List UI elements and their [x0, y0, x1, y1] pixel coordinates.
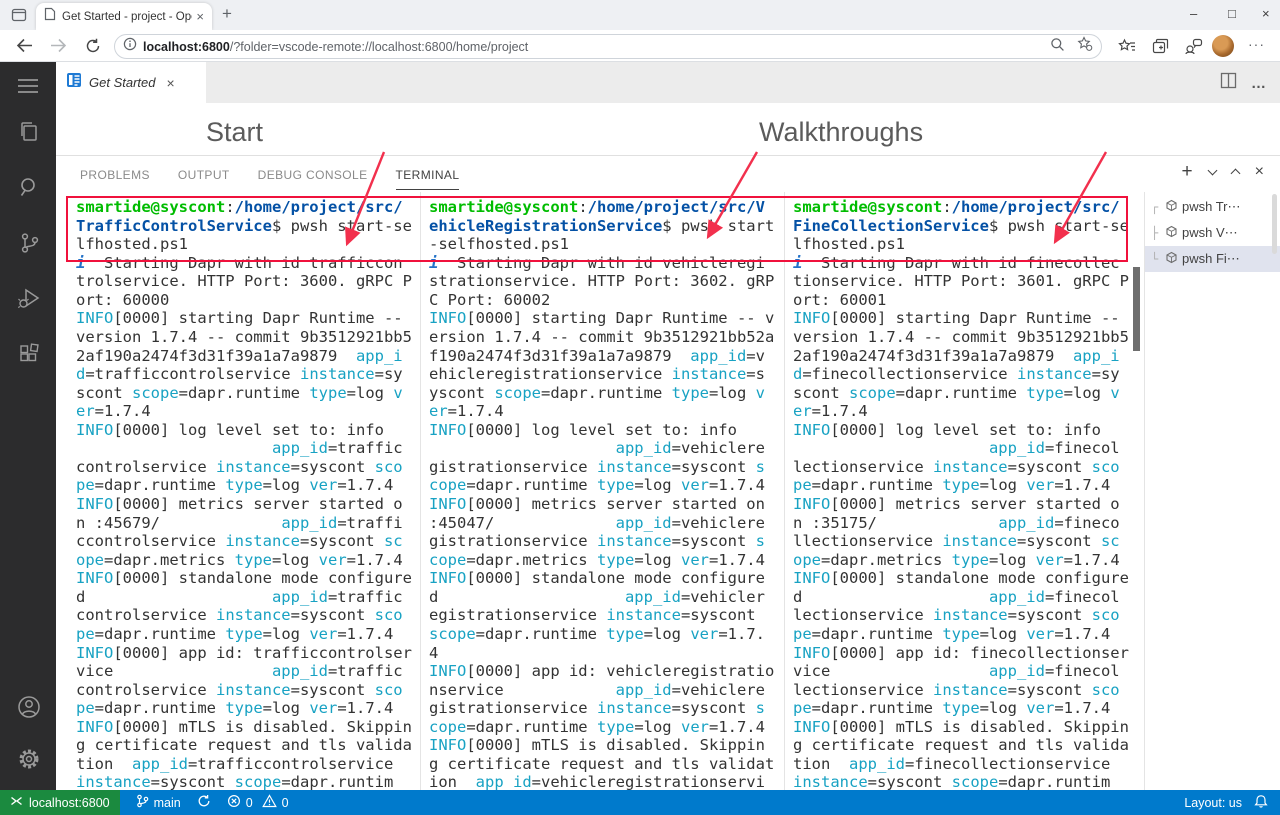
remote-icon — [10, 795, 23, 810]
collections-icon[interactable] — [1152, 38, 1170, 60]
url-host: localhost:6800 — [143, 39, 230, 54]
editor-more-actions-icon[interactable]: … — [1251, 75, 1266, 92]
browser-tab[interactable]: Get Started - project - Ope × — [36, 3, 212, 30]
panel-tabbar: PROBLEMS OUTPUT DEBUG CONSOLE TERMINAL — [56, 155, 1280, 192]
forward-button-icon[interactable] — [50, 38, 67, 58]
screen: Get Started - project - Ope × + – □ × lo… — [0, 0, 1280, 815]
terminal-pane-vehicleregistration[interactable]: smartide@syscont:/home/project/src/Vehic… — [420, 192, 784, 790]
welcome-walkthroughs-heading: Walkthroughs — [759, 117, 924, 147]
refresh-button-icon[interactable] — [85, 38, 101, 59]
tab-get-started[interactable]: Get Started × — [56, 62, 206, 103]
notifications-bell-icon[interactable] — [1254, 794, 1268, 812]
welcome-start-heading: Start — [206, 117, 264, 147]
explorer-icon[interactable] — [16, 118, 42, 149]
tab-problems[interactable]: PROBLEMS — [80, 159, 150, 189]
extensions-icon[interactable] — [16, 342, 42, 373]
settings-gear-icon[interactable] — [16, 746, 42, 777]
window-minimize-button[interactable]: – — [1190, 6, 1197, 21]
problems-indicator[interactable]: 0 0 — [227, 794, 289, 811]
terminal-pane-finecollection[interactable]: smartide@syscont:/home/project/src/FineC… — [784, 192, 1144, 790]
terminal-scrollbar[interactable] — [1133, 267, 1140, 351]
zoom-page-icon[interactable] — [1050, 37, 1065, 57]
menu-hamburger-icon[interactable] — [16, 76, 40, 101]
pwsh-terminal-icon — [1165, 225, 1178, 241]
new-terminal-button[interactable]: + — [1182, 162, 1193, 181]
terminal-list-label: pwsh Tr⋯ — [1182, 199, 1241, 214]
window-close-button[interactable]: × — [1262, 6, 1270, 21]
terminal-list-item[interactable]: ┌ pwsh Tr⋯ — [1145, 194, 1280, 220]
terminal-tabs-list: ┌ pwsh Tr⋯ ├ pwsh V⋯ └ pwsh Fi⋯ — [1144, 192, 1280, 790]
welcome-page: Start Walkthroughs — [56, 103, 1280, 155]
terminal-list-scrollbar[interactable] — [1272, 194, 1277, 254]
tab-output[interactable]: OUTPUT — [178, 159, 230, 189]
terminal-list-item-selected[interactable]: └ pwsh Fi⋯ — [1145, 246, 1280, 272]
remote-indicator[interactable]: localhost:6800 — [0, 790, 120, 815]
profile-avatar[interactable] — [1212, 35, 1234, 57]
warnings-count: 0 — [281, 795, 289, 810]
errors-count: 0 — [245, 795, 253, 810]
favorites-star-icon[interactable] — [1077, 36, 1093, 57]
status-bar: localhost:6800 main 0 0 Layout: us — [0, 790, 1280, 815]
sync-icon — [197, 794, 211, 811]
warnings-icon — [261, 794, 277, 811]
window-maximize-button[interactable]: □ — [1228, 6, 1236, 21]
pwsh-terminal-icon — [1165, 199, 1178, 215]
terminal-list-label: pwsh V⋯ — [1182, 225, 1238, 240]
remote-host-label: localhost:6800 — [29, 795, 110, 810]
get-started-icon — [66, 72, 82, 93]
browser-tab-title: Get Started - project - Ope — [62, 10, 192, 23]
terminal-list-item[interactable]: ├ pwsh V⋯ — [1145, 220, 1280, 246]
terminal-output[interactable]: smartide@syscont:/home/project/src/Traff… — [76, 198, 412, 790]
tree-connector: ├ — [1151, 226, 1159, 240]
new-tab-button[interactable]: + — [222, 4, 232, 24]
address-bar[interactable]: localhost:6800/?folder=vscode-remote://l… — [114, 34, 1102, 59]
terminal-list-label: pwsh Fi⋯ — [1182, 251, 1240, 266]
terminal-area: smartide@syscont:/home/project/src/Traff… — [56, 192, 1280, 790]
branch-label: main — [153, 795, 181, 810]
browser-tabstrip: Get Started - project - Ope × + – □ × — [0, 0, 1280, 30]
account-icon[interactable] — [16, 694, 42, 725]
url-text[interactable]: localhost:6800/?folder=vscode-remote://l… — [143, 40, 1050, 54]
tab-search-icon[interactable] — [10, 6, 28, 29]
tree-connector: └ — [1151, 252, 1159, 266]
source-control-icon[interactable] — [16, 230, 42, 261]
terminal-output[interactable]: smartide@syscont:/home/project/src/Vehic… — [429, 198, 774, 790]
browser-essentials-icon[interactable] — [1184, 38, 1203, 60]
sync-indicator[interactable] — [197, 794, 211, 811]
run-debug-icon[interactable] — [16, 286, 42, 317]
editor-tabbar: Get Started × — [56, 62, 1280, 103]
git-branch-icon — [136, 794, 149, 811]
split-editor-icon[interactable] — [1220, 72, 1237, 94]
terminal-output[interactable]: smartide@syscont:/home/project/src/FineC… — [793, 198, 1129, 790]
layout-indicator[interactable]: Layout: us — [1184, 796, 1242, 810]
activity-bar — [0, 62, 56, 790]
page-favicon-icon — [44, 7, 56, 26]
terminal-profile-chevron-icon[interactable] — [1207, 165, 1218, 175]
maximize-panel-icon[interactable] — [1230, 168, 1241, 178]
back-button-icon[interactable] — [16, 38, 33, 58]
url-path: /?folder=vscode-remote://localhost:6800/… — [229, 39, 529, 54]
pwsh-terminal-icon — [1165, 251, 1178, 267]
tab-terminal[interactable]: TERMINAL — [395, 159, 460, 190]
tab-close-icon[interactable]: × — [196, 9, 204, 24]
terminal-pane-trafficcontrol[interactable]: smartide@syscont:/home/project/src/Traff… — [56, 192, 420, 790]
search-icon[interactable] — [16, 174, 42, 205]
tab-debug-console[interactable]: DEBUG CONSOLE — [258, 159, 368, 189]
close-panel-icon[interactable]: × — [1255, 163, 1264, 180]
tree-connector: ┌ — [1151, 200, 1159, 214]
editor-tab-label: Get Started — [89, 75, 156, 90]
editor-tab-close-icon[interactable]: × — [166, 75, 174, 91]
branch-indicator[interactable]: main — [136, 794, 181, 811]
browser-menu-icon[interactable]: ··· — [1248, 36, 1265, 52]
site-info-icon[interactable] — [123, 37, 137, 56]
favorites-bar-icon[interactable] — [1118, 38, 1136, 60]
errors-icon — [227, 794, 241, 811]
